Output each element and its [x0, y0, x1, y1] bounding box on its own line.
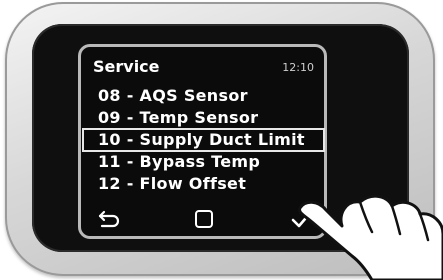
back-button[interactable]: [95, 206, 121, 232]
clock-time: 12:10: [282, 61, 314, 74]
confirm-button[interactable]: [289, 206, 315, 232]
menu-item-aqs-sensor[interactable]: 08 - AQS Sensor: [83, 85, 324, 107]
screen-title: Service: [93, 57, 160, 76]
menu-item-label: 12 - Flow Offset: [98, 174, 247, 193]
bottom-nav-bar: [81, 204, 324, 234]
control-panel-device: Service 12:10 08 - AQS Sensor 09 - Temp …: [0, 0, 443, 280]
menu-item-flow-offset[interactable]: 12 - Flow Offset: [83, 173, 324, 195]
menu-item-label: 09 - Temp Sensor: [98, 108, 259, 127]
menu-item-label: 10 - Supply Duct Limit: [98, 130, 305, 149]
back-arrow-icon: [98, 210, 120, 228]
checkmark-icon: [291, 210, 313, 228]
square-home-icon: [195, 210, 213, 228]
menu-item-label: 11 - Bypass Temp: [98, 152, 261, 171]
menu-item-temp-sensor[interactable]: 09 - Temp Sensor: [83, 107, 324, 129]
menu-item-label: 08 - AQS Sensor: [98, 86, 248, 105]
home-button[interactable]: [191, 206, 217, 232]
service-menu-list: 08 - AQS Sensor 09 - Temp Sensor 10 - Su…: [82, 85, 325, 195]
menu-item-supply-duct-limit[interactable]: 10 - Supply Duct Limit: [82, 128, 325, 152]
display-screen: Service 12:10 08 - AQS Sensor 09 - Temp …: [78, 44, 327, 239]
menu-item-bypass-temp[interactable]: 11 - Bypass Temp: [83, 151, 324, 173]
